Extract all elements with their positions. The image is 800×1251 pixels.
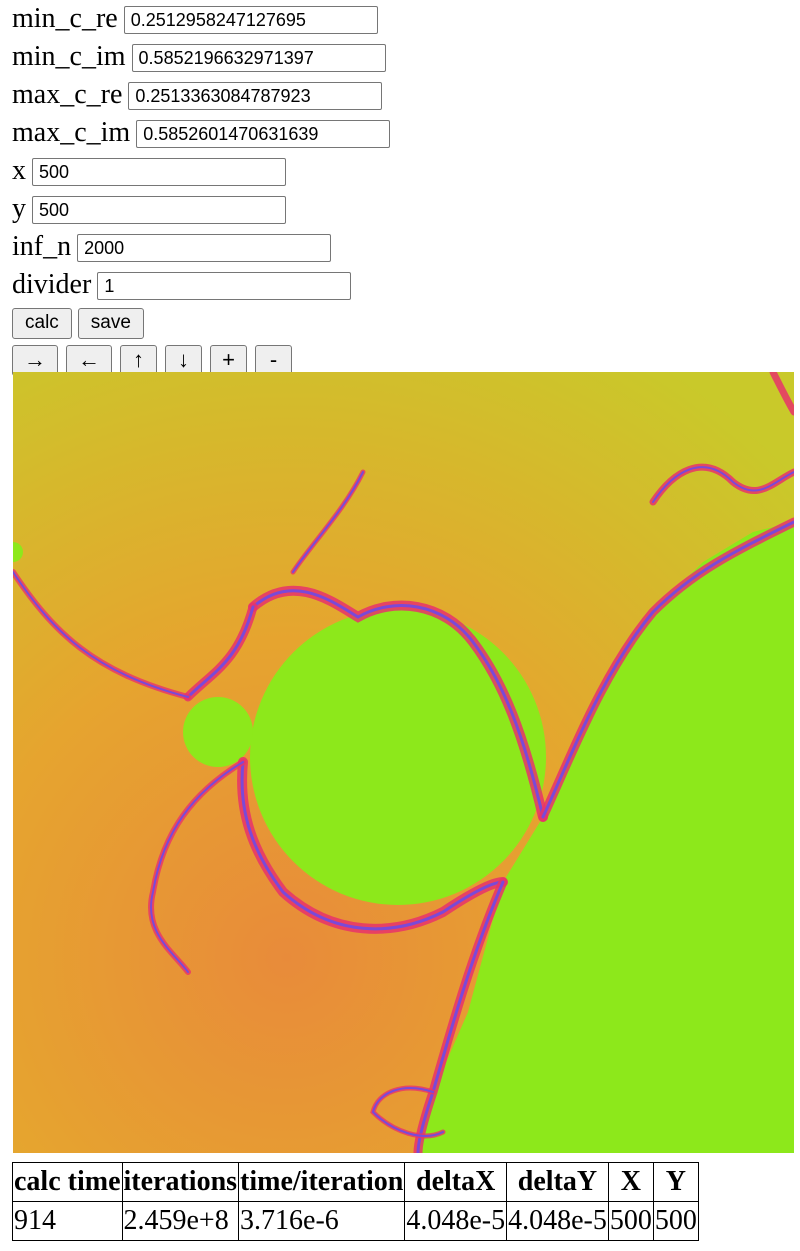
stats-value-row: 914 2.459e+8 3.716e-6 4.048e-5 4.048e-5 …	[12, 1201, 699, 1241]
pan-up-button[interactable]: ↑	[120, 344, 157, 376]
param-label: max_c_re	[12, 79, 123, 110]
calc-button[interactable]: calc	[12, 307, 72, 339]
y-input[interactable]	[32, 196, 286, 224]
divider-input[interactable]	[97, 272, 352, 300]
stats-value: 914	[12, 1201, 123, 1241]
fractal-secondary-bulb	[183, 697, 253, 767]
param-row-min-c-im: min_c_im	[12, 38, 794, 76]
param-row-inf-n: inf_n	[12, 228, 794, 266]
inf-n-input[interactable]	[77, 234, 332, 262]
param-label: max_c_im	[12, 117, 131, 148]
stats-value: 3.716e-6	[238, 1201, 406, 1241]
zoom-in-button[interactable]: +	[210, 344, 247, 376]
min-c-im-input[interactable]	[131, 44, 386, 72]
stats-value: 4.048e-5	[506, 1201, 609, 1241]
stats-header: Y	[652, 1162, 699, 1202]
param-label: x	[12, 155, 26, 186]
param-label: min_c_re	[12, 3, 118, 34]
param-row-max-c-re: max_c_re	[12, 76, 794, 114]
param-label: divider	[12, 269, 92, 300]
stats-value: 2.459e+8	[121, 1201, 240, 1241]
action-buttons: calc save	[12, 305, 794, 341]
param-label: min_c_im	[12, 41, 126, 72]
stats-header: iterations	[121, 1162, 240, 1202]
stats-table: calc time iterations time/iteration delt…	[12, 1162, 699, 1241]
stats-header: deltaX	[404, 1162, 508, 1202]
max-c-re-input[interactable]	[128, 82, 383, 110]
param-row-max-c-im: max_c_im	[12, 114, 794, 152]
stats-header-row: calc time iterations time/iteration delt…	[12, 1162, 699, 1202]
param-row-x: x	[12, 152, 794, 190]
stats-value: 500	[607, 1201, 654, 1241]
fractal-main-bulb	[250, 609, 546, 905]
pan-down-button[interactable]: ↓	[165, 344, 202, 376]
stats-header: time/iteration	[238, 1162, 406, 1202]
save-button[interactable]: save	[77, 307, 144, 339]
param-label: y	[12, 193, 26, 224]
param-row-y: y	[12, 190, 794, 228]
param-row-divider: divider	[12, 266, 794, 304]
x-input[interactable]	[32, 158, 286, 186]
pan-left-button[interactable]: ←	[66, 344, 112, 376]
param-row-min-c-re: min_c_re	[12, 0, 794, 38]
min-c-re-input[interactable]	[123, 6, 378, 34]
stats-value: 500	[652, 1201, 699, 1241]
fractal-image	[13, 372, 794, 1153]
max-c-im-input[interactable]	[136, 120, 391, 148]
stats-header: X	[607, 1162, 654, 1202]
stats-header: deltaY	[506, 1162, 609, 1202]
stats-value: 4.048e-5	[404, 1201, 508, 1241]
fractal-canvas[interactable]	[13, 372, 794, 1153]
zoom-out-button[interactable]: -	[255, 344, 292, 376]
controls-panel: min_c_re min_c_im max_c_re max_c_im x y …	[12, 0, 794, 378]
stats-header: calc time	[12, 1162, 123, 1202]
param-label: inf_n	[12, 231, 72, 262]
pan-right-button[interactable]: →	[12, 344, 58, 376]
